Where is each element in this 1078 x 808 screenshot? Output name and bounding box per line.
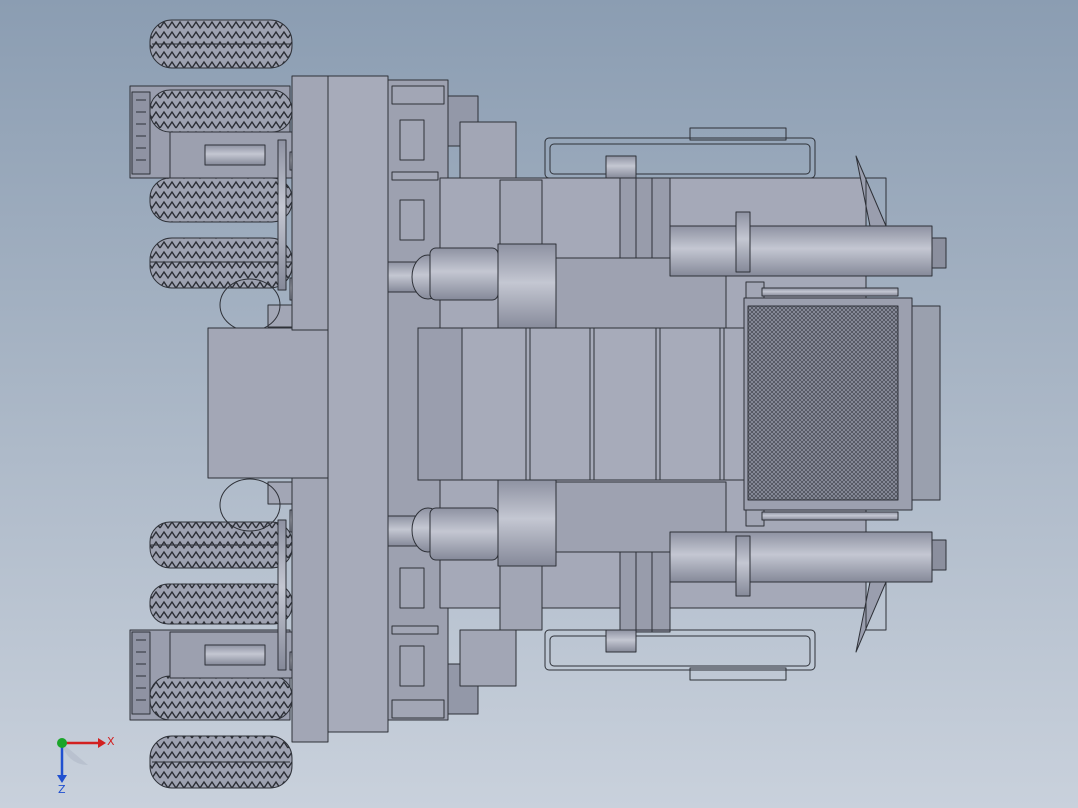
y-axis-dot: [57, 738, 67, 748]
x-axis-label: X: [107, 735, 115, 748]
z-axis-label: Z: [58, 783, 66, 795]
model-top-view[interactable]: [0, 0, 1078, 808]
graphics-viewport[interactable]: X Z: [0, 0, 1078, 808]
center-plates: [417, 327, 787, 481]
triad-graphic: X Z: [57, 735, 115, 796]
axis-triad: X Z: [40, 725, 130, 796]
radiator-grille: [743, 297, 941, 511]
